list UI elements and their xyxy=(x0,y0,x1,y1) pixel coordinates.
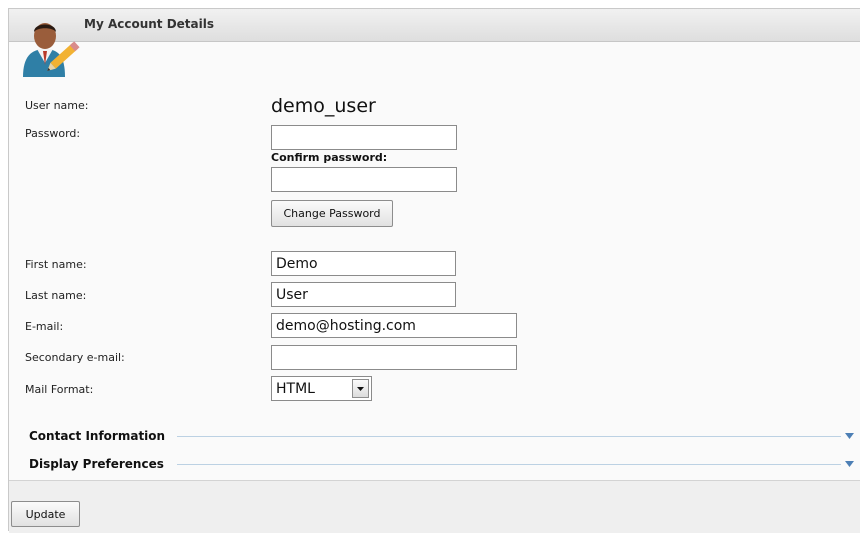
first-name-field[interactable] xyxy=(271,251,456,276)
account-details-panel: My Account Details User name: demo_user … xyxy=(8,8,860,533)
mail-format-value: HTML xyxy=(276,381,315,397)
section-divider xyxy=(177,464,841,465)
secondary-email-field[interactable] xyxy=(271,345,517,370)
update-button[interactable]: Update xyxy=(11,501,80,527)
password-field[interactable] xyxy=(271,125,457,150)
contact-information-section[interactable]: Contact Information xyxy=(29,429,165,443)
email-label: E-mail: xyxy=(25,320,64,333)
chevron-down-icon[interactable] xyxy=(845,461,854,467)
user-edit-icon xyxy=(23,23,80,77)
change-password-button[interactable]: Change Password xyxy=(271,200,393,227)
section-divider xyxy=(177,436,841,437)
username-label: User name: xyxy=(25,99,89,112)
confirm-password-field[interactable] xyxy=(271,167,457,192)
last-name-label: Last name: xyxy=(25,289,87,302)
secondary-email-label: Secondary e-mail: xyxy=(25,351,125,364)
page-title: My Account Details xyxy=(84,17,215,31)
password-label: Password: xyxy=(25,127,81,140)
dropdown-arrow-icon[interactable] xyxy=(352,379,369,398)
chevron-down-icon[interactable] xyxy=(845,433,854,439)
username-value: demo_user xyxy=(271,95,376,117)
mail-format-select[interactable]: HTML xyxy=(271,376,372,401)
display-preferences-section[interactable]: Display Preferences xyxy=(29,457,164,471)
last-name-field[interactable] xyxy=(271,282,456,307)
first-name-label: First name: xyxy=(25,258,87,271)
confirm-password-label: Confirm password: xyxy=(271,151,388,164)
email-field[interactable] xyxy=(271,313,517,338)
mail-format-label: Mail Format: xyxy=(25,383,94,396)
form-footer: Update xyxy=(9,480,860,533)
panel-header: My Account Details xyxy=(9,9,860,42)
